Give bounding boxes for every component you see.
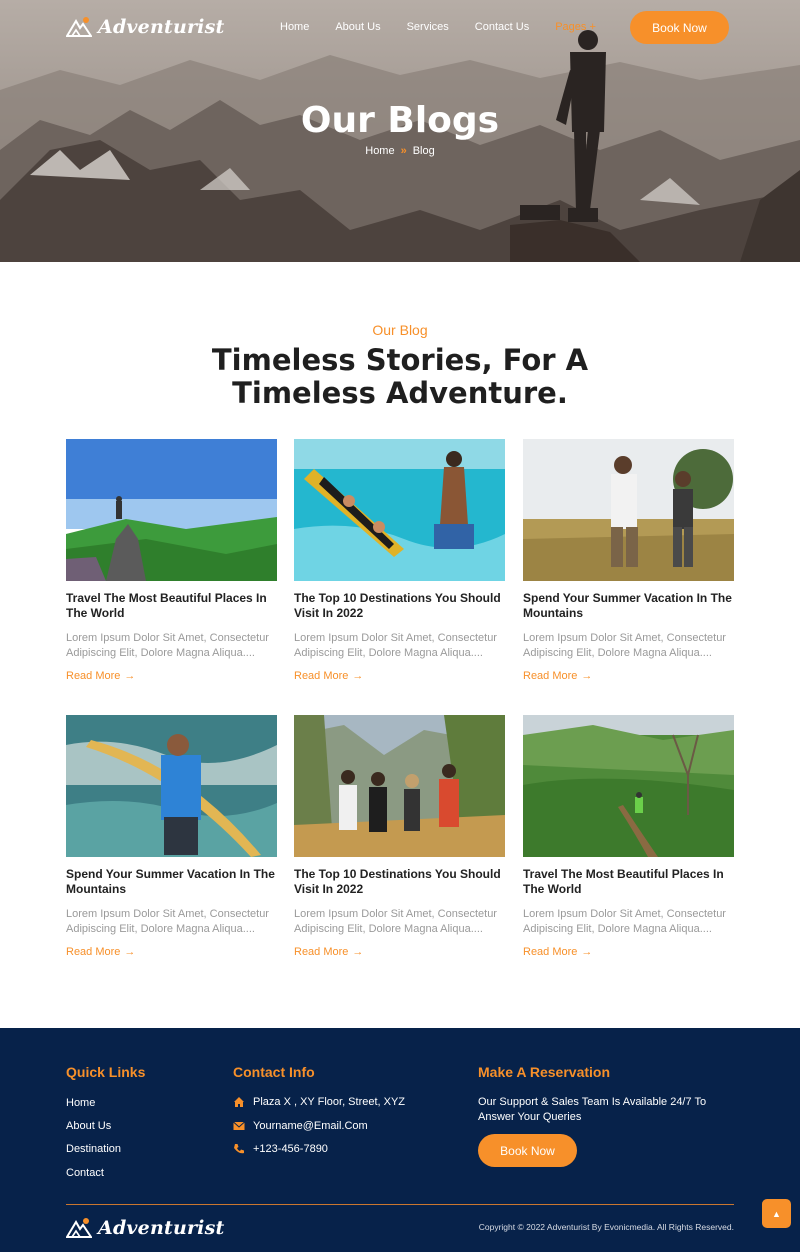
mountain-logo-icon bbox=[66, 17, 92, 37]
mountain-logo-icon bbox=[66, 1218, 92, 1238]
read-more-link[interactable]: Read More → bbox=[523, 946, 734, 958]
read-more-label: Read More bbox=[294, 670, 349, 682]
arrow-right-icon: → bbox=[581, 670, 593, 682]
arrow-right-icon: → bbox=[124, 946, 136, 958]
blog-card: Spend Your Summer Vacation In The Mounta… bbox=[66, 715, 277, 958]
read-more-label: Read More bbox=[294, 946, 349, 958]
footer-link-about-us[interactable]: About Us bbox=[66, 1120, 111, 1132]
blog-title[interactable]: The Top 10 Destinations You Should Visit… bbox=[294, 591, 505, 623]
footer-link-home[interactable]: Home bbox=[66, 1097, 95, 1109]
blog-image-hiker-peak[interactable] bbox=[66, 439, 277, 581]
read-more-label: Read More bbox=[66, 946, 121, 958]
read-more-link[interactable]: Read More → bbox=[294, 946, 505, 958]
read-more-link[interactable]: Read More → bbox=[294, 670, 505, 682]
read-more-label: Read More bbox=[523, 946, 578, 958]
arrow-right-icon: → bbox=[352, 670, 364, 682]
nav-item-services[interactable]: Services bbox=[407, 21, 449, 33]
blog-image-green-valley[interactable] bbox=[523, 715, 734, 857]
footer-logo[interactable]: Adventurist bbox=[66, 1217, 224, 1239]
read-more-link[interactable]: Read More → bbox=[66, 670, 277, 682]
blog-excerpt: Lorem Ipsum Dolor Sit Amet, Consectetur … bbox=[294, 632, 497, 659]
read-more-label: Read More bbox=[66, 670, 121, 682]
header-book-now-button[interactable]: Book Now bbox=[630, 11, 729, 44]
nav-item-contact-us[interactable]: Contact Us bbox=[475, 21, 529, 33]
arrow-right-icon: → bbox=[581, 946, 593, 958]
contact-info-heading: Contact Info bbox=[233, 1064, 315, 1080]
site-logo[interactable]: Adventurist bbox=[66, 16, 224, 38]
nav-item-pages[interactable]: Pages + bbox=[555, 21, 596, 33]
blog-excerpt: Lorem Ipsum Dolor Sit Amet, Consectetur … bbox=[523, 908, 726, 935]
footer-link-contact[interactable]: Contact bbox=[66, 1167, 104, 1179]
footer-divider bbox=[66, 1204, 734, 1205]
breadcrumb: Home » Blog bbox=[0, 145, 800, 157]
footer-logo-text: Adventurist bbox=[98, 1217, 225, 1239]
read-more-label: Read More bbox=[523, 670, 578, 682]
blog-title[interactable]: Spend Your Summer Vacation In The Mounta… bbox=[523, 591, 734, 623]
hero-banner: Adventurist Home About Us Services Conta… bbox=[0, 0, 800, 262]
page-title: Our Blogs bbox=[300, 100, 500, 141]
breadcrumb-home-link[interactable]: Home bbox=[365, 145, 394, 157]
reservation-heading: Make A Reservation bbox=[478, 1064, 611, 1080]
phone-icon bbox=[234, 1144, 244, 1154]
contact-address-text: Plaza X , XY Floor, Street, XYZ bbox=[253, 1096, 406, 1108]
blog-image-couple-hiking[interactable] bbox=[523, 439, 734, 581]
site-footer: Quick Links Home About Us Destination Co… bbox=[0, 1028, 800, 1252]
home-icon bbox=[234, 1097, 244, 1107]
blog-image-kayak-beach[interactable] bbox=[294, 439, 505, 581]
read-more-link[interactable]: Read More → bbox=[66, 946, 277, 958]
main-nav: Home About Us Services Contact Us Pages … bbox=[280, 21, 622, 33]
blog-card: The Top 10 Destinations You Should Visit… bbox=[294, 715, 505, 958]
copyright-text: Copyright © 2022 Adventurist By Evonicme… bbox=[478, 1222, 734, 1232]
reservation-text: Our Support & Sales Team Is Available 24… bbox=[478, 1096, 707, 1123]
footer-link-destination[interactable]: Destination bbox=[66, 1143, 121, 1155]
blog-card: The Top 10 Destinations You Should Visit… bbox=[294, 439, 505, 682]
blog-card: Travel The Most Beautiful Places In The … bbox=[66, 439, 277, 682]
logo-text: Adventurist bbox=[98, 16, 225, 38]
blog-excerpt: Lorem Ipsum Dolor Sit Amet, Consectetur … bbox=[66, 632, 269, 659]
contact-address: Plaza X , XY Floor, Street, XYZ bbox=[233, 1096, 405, 1108]
envelope-icon bbox=[233, 1121, 245, 1130]
read-more-link[interactable]: Read More → bbox=[523, 670, 734, 682]
contact-email[interactable]: Yourname@Email.Com bbox=[233, 1120, 368, 1132]
footer-book-now-button[interactable]: Book Now bbox=[478, 1134, 577, 1167]
contact-email-text: Yourname@Email.Com bbox=[253, 1120, 368, 1132]
arrow-right-icon: → bbox=[352, 946, 364, 958]
blog-title[interactable]: Travel The Most Beautiful Places In The … bbox=[66, 591, 277, 623]
breadcrumb-separator-icon: » bbox=[400, 145, 407, 157]
blog-image-group-hiking[interactable] bbox=[294, 715, 505, 857]
section-eyebrow: Our Blog bbox=[372, 322, 428, 338]
nav-item-about-us[interactable]: About Us bbox=[335, 21, 380, 33]
blog-title[interactable]: Travel The Most Beautiful Places In The … bbox=[523, 867, 734, 899]
blog-title[interactable]: Spend Your Summer Vacation In The Mounta… bbox=[66, 867, 277, 899]
blog-image-surfer[interactable] bbox=[66, 715, 277, 857]
blog-excerpt: Lorem Ipsum Dolor Sit Amet, Consectetur … bbox=[294, 908, 497, 935]
breadcrumb-current: Blog bbox=[412, 145, 435, 157]
scroll-to-top-button[interactable]: ▲ bbox=[762, 1199, 791, 1228]
blog-excerpt: Lorem Ipsum Dolor Sit Amet, Consectetur … bbox=[523, 632, 726, 659]
section-headline: Timeless Stories, For A Timeless Adventu… bbox=[211, 343, 589, 410]
contact-phone[interactable]: +123-456-7890 bbox=[233, 1143, 328, 1155]
quick-links-heading: Quick Links bbox=[66, 1064, 146, 1080]
contact-phone-text: +123-456-7890 bbox=[253, 1143, 328, 1155]
arrow-right-icon: → bbox=[124, 670, 136, 682]
blog-title[interactable]: The Top 10 Destinations You Should Visit… bbox=[294, 867, 505, 899]
blog-card: Spend Your Summer Vacation In The Mounta… bbox=[523, 439, 734, 682]
blog-card: Travel The Most Beautiful Places In The … bbox=[523, 715, 734, 958]
caret-up-icon: ▲ bbox=[772, 1208, 781, 1219]
nav-item-home[interactable]: Home bbox=[280, 21, 309, 33]
blog-excerpt: Lorem Ipsum Dolor Sit Amet, Consectetur … bbox=[66, 908, 269, 935]
